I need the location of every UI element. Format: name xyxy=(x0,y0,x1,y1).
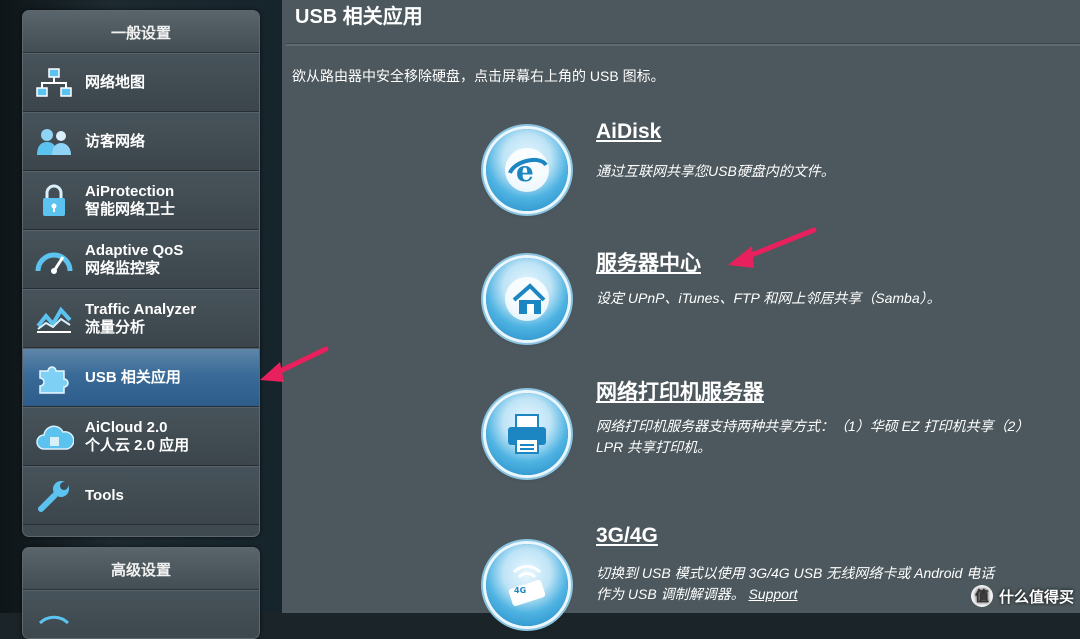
speedometer-icon xyxy=(23,230,85,289)
sidebar-item-label: Traffic Analyzer xyxy=(85,300,197,318)
aidisk-description: 通过互联网共享您USB硬盘内的文件。 xyxy=(596,163,835,179)
support-link[interactable]: Support xyxy=(748,586,797,602)
watermark-badge: 值 xyxy=(970,585,993,607)
sidebar-item-sublabel: 智能网络卫士 xyxy=(85,200,176,218)
network-map-icon xyxy=(23,53,85,112)
sidebar-item-label: AiCloud 2.0 xyxy=(85,418,168,436)
aidisk-link[interactable]: AiDisk xyxy=(596,120,661,144)
sidebar-item-sublabel: 流量分析 xyxy=(85,318,146,336)
sidebar-item-adaptive-qos[interactable]: Adaptive QoS 网络监控家 xyxy=(23,230,259,289)
sidebar-item-label: 网络地图 xyxy=(85,73,146,91)
page-title: USB 相关应用 xyxy=(295,6,423,28)
server-center-house-icon[interactable] xyxy=(486,258,568,340)
wireless-icon xyxy=(23,590,85,638)
sidebar-item-wireless[interactable] xyxy=(23,590,259,638)
puzzle-icon xyxy=(23,348,85,407)
sidebar-item-aiprotection[interactable]: AiProtection 智能网络卫士 xyxy=(23,171,259,230)
svg-text:4G: 4G xyxy=(514,586,526,595)
sidebar-item-tools[interactable]: Tools xyxy=(23,466,259,525)
lock-shield-icon xyxy=(23,171,85,230)
sidebar-item-label: 访客网络 xyxy=(85,132,146,150)
general-settings-panel: 一般设置 网络地图 访客网络 AiProtection 智能网络卫士 Adapti… xyxy=(22,10,260,537)
advanced-settings-header: 高级设置 xyxy=(23,548,259,590)
annotation-arrow-usb-menu xyxy=(260,346,329,382)
guest-network-icon xyxy=(23,112,85,171)
sidebar-item-label: Adaptive QoS xyxy=(85,241,184,259)
3g-4g-link[interactable]: 3G/4G xyxy=(596,524,658,548)
usb-removal-hint: 欲从路由器中安全移除硬盘，点击屏幕右上角的 USB 图标。 xyxy=(292,68,665,84)
general-settings-header: 一般设置 xyxy=(23,11,259,53)
server-center-link[interactable]: 服务器中心 xyxy=(596,247,701,277)
sidebar-item-guest-network[interactable]: 访客网络 xyxy=(23,112,259,171)
printer-server-description: 网络打印机服务器支持两种共享方式：（1）华硕 EZ 打印机共享（2）LPR 共享… xyxy=(596,418,1023,455)
sidebar-item-label: AiProtection xyxy=(85,182,175,200)
cloud-icon xyxy=(23,407,85,466)
sidebar-item-label: USB 相关应用 xyxy=(85,368,181,386)
traffic-graph-icon xyxy=(23,289,85,348)
sidebar-item-sublabel: 网络监控家 xyxy=(85,259,161,277)
usb-modem-icon[interactable]: 4G xyxy=(486,544,568,626)
sidebar-item-traffic-analyzer[interactable]: Traffic Analyzer 流量分析 xyxy=(23,289,259,348)
watermark-text: 什么值得买 xyxy=(998,588,1074,606)
svg-text:e: e xyxy=(516,155,534,188)
printer-icon[interactable] xyxy=(486,393,568,475)
main-content: USB 相关应用 欲从路由器中安全移除硬盘，点击屏幕右上角的 USB 图标。 e… xyxy=(282,0,1080,626)
3g-4g-description: 切换到 USB 模式以使用 3G/4G USB 无线网络卡或 Android 电… xyxy=(596,563,1006,605)
watermark: 值 什么值得买 xyxy=(970,585,1074,607)
server-center-description: 设定 UPnP、iTunes、FTP 和网上邻居共享（Samba）。 xyxy=(596,290,941,306)
sidebar-item-sublabel: 个人云 2.0 应用 xyxy=(85,436,190,454)
wrench-icon xyxy=(23,466,85,525)
sidebar-item-aicloud[interactable]: AiCloud 2.0 个人云 2.0 应用 xyxy=(23,407,259,466)
sidebar-item-usb-application[interactable]: USB 相关应用 xyxy=(23,348,259,407)
printer-server-link[interactable]: 网络打印机服务器 xyxy=(596,376,764,406)
aidisk-globe-icon[interactable]: e xyxy=(486,129,568,211)
annotation-arrow-server-center xyxy=(728,227,817,268)
sidebar-item-network-map[interactable]: 网络地图 xyxy=(23,53,259,112)
sidebar-item-label: Tools xyxy=(85,486,124,504)
title-divider xyxy=(286,43,1080,46)
advanced-settings-panel: 高级设置 xyxy=(22,547,260,639)
